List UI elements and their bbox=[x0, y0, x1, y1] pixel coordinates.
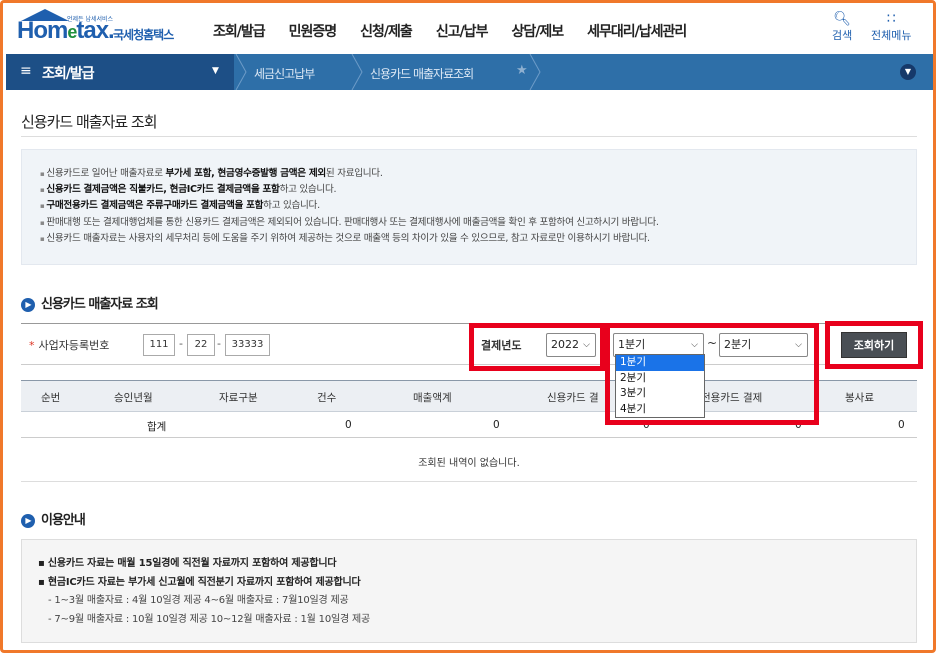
menu-dropdown[interactable]: ≡ 조회/발급 ▼ bbox=[6, 54, 234, 90]
search-label: 검색 bbox=[832, 29, 853, 42]
col-header: 순번 bbox=[41, 392, 61, 404]
biz-number-label: * 사업자등록번호 bbox=[29, 339, 110, 352]
section-bullet-icon: ▶ bbox=[21, 298, 35, 312]
total-label: 합계 bbox=[147, 421, 167, 433]
logo-brand-text: 국세청홈택스 bbox=[113, 28, 174, 42]
guide-item: - 7~9월 매출자료 : 10월 10일경 제공 10~12월 매출자료 : … bbox=[48, 613, 370, 625]
col-header: 자료구분 bbox=[219, 392, 258, 404]
page-title: 신용카드 매출자료 조회 bbox=[21, 113, 158, 131]
search-section-title: ▶ 신용카드 매출자료 조회 bbox=[21, 293, 159, 312]
hometax-logo[interactable]: 언제든 납세서비스 Hometax. 국세청홈택스 bbox=[17, 9, 192, 49]
col-header: 봉사료 bbox=[845, 392, 874, 404]
breadcrumb-separator bbox=[529, 54, 541, 90]
nav-item-agent[interactable]: 세무대리/납세관리 bbox=[587, 21, 687, 41]
highlight-box-year bbox=[469, 323, 605, 371]
dash: - bbox=[217, 337, 221, 350]
breadcrumb-separator bbox=[351, 54, 363, 90]
expand-chevron-icon[interactable]: ▼ bbox=[900, 64, 916, 80]
notice-box: 신용카드로 일어난 매출자료로 부가세 포함, 현금영수증발행 금액은 제외된 … bbox=[21, 149, 917, 265]
guide-item: ▪ 신용카드 자료는 매월 15일경에 직전월 자료까지 포함하여 제공합니다 bbox=[38, 558, 337, 569]
section-bullet-icon: ▶ bbox=[21, 514, 35, 528]
sales-cell: 0 bbox=[493, 419, 500, 431]
notice-item: 판매대행 또는 결제대행업체를 통한 신용카드 결제금액은 제외되어 있습니다.… bbox=[40, 215, 916, 231]
notice-item: 신용카드 매출자료는 사용자의 세무처리 등에 도움을 주기 위하여 제공하는 … bbox=[40, 231, 916, 247]
all-menu-tool[interactable]: ∷ 전체메뉴 bbox=[871, 11, 911, 43]
hamburger-icon: ≡ bbox=[20, 63, 32, 79]
guide-section-title: ▶ 이용안내 bbox=[21, 509, 86, 528]
nav-item-application[interactable]: 신청/제출 bbox=[360, 21, 413, 41]
all-menu-label: 전체메뉴 bbox=[871, 29, 912, 42]
service-charge-cell: 0 bbox=[898, 419, 905, 431]
biz-number-part1-input[interactable]: 111 bbox=[143, 334, 175, 356]
search-tool[interactable]: 🔍︎ 검색 bbox=[832, 11, 852, 43]
search-icon: 🔍︎ bbox=[833, 11, 852, 27]
caret-down-icon: ▼ bbox=[212, 66, 219, 76]
highlight-box-query-button bbox=[825, 321, 923, 369]
quarter-dropdown-list: 1분기 2분기 3분기 4분기 bbox=[615, 354, 705, 418]
quarter-option[interactable]: 3분기 bbox=[616, 386, 704, 402]
main-nav: 조회/발급 민원증명 신청/제출 신고/납부 상담/제보 세무대리/납세관리 bbox=[213, 21, 710, 41]
col-header: 매출액계 bbox=[413, 392, 452, 404]
nav-item-consult[interactable]: 상담/제보 bbox=[511, 21, 564, 41]
notice-item: 신용카드 결제금액은 직불카드, 현금IC카드 결제금액을 포함하고 있습니다. bbox=[40, 182, 916, 198]
divider bbox=[21, 136, 917, 137]
quarter-option[interactable]: 4분기 bbox=[616, 402, 704, 418]
guide-item: ▪ 현금IC카드 자료는 부가세 신고월에 직전분기 자료까지 포함하여 제공합… bbox=[38, 576, 361, 588]
breadcrumb-separator bbox=[235, 54, 247, 90]
breadcrumb-bar: ≡ 조회/발급 ▼ 세금신고납부 신용카드 매출자료조회 ★ ▼ bbox=[6, 54, 933, 90]
breadcrumb-tax-filing[interactable]: 세금신고납부 bbox=[254, 65, 315, 82]
dash: - bbox=[179, 337, 183, 350]
col-header: 승인년월 bbox=[114, 392, 153, 404]
grid-menu-icon: ∷ bbox=[886, 11, 896, 27]
notice-item: 구매전용카드 결제금액은 주류구매카드 결제금액을 포함하고 있습니다. bbox=[40, 198, 916, 214]
favorite-star-icon[interactable]: ★ bbox=[516, 63, 528, 78]
empty-message: 조회된 내역이 없습니다. bbox=[418, 458, 520, 469]
biz-number-part2-input[interactable]: 22 bbox=[187, 334, 215, 356]
quarter-option[interactable]: 2분기 bbox=[616, 371, 704, 387]
nav-item-filing[interactable]: 신고/납부 bbox=[436, 21, 489, 41]
guide-item: - 1~3월 매출자료 : 4월 10일경 제공 4~6월 매출자료 : 7월1… bbox=[48, 595, 349, 606]
browser-frame: 언제든 납세서비스 Hometax. 국세청홈택스 조회/발급 민원증명 신청/… bbox=[0, 0, 936, 653]
logo-wordmark: Hometax. bbox=[17, 17, 115, 44]
usage-guide-box: ▪ 신용카드 자료는 매월 15일경에 직전월 자료까지 포함하여 제공합니다 … bbox=[21, 539, 917, 643]
divider bbox=[21, 481, 917, 482]
nav-item-inquiry[interactable]: 조회/발급 bbox=[213, 21, 266, 41]
breadcrumb-current-page[interactable]: 신용카드 매출자료조회 bbox=[370, 65, 474, 82]
menu-dropdown-label: 조회/발급 bbox=[42, 66, 95, 82]
biz-number-part3-input[interactable]: 33333 bbox=[225, 334, 270, 356]
count-cell: 0 bbox=[345, 419, 352, 431]
quarter-option[interactable]: 1분기 bbox=[616, 355, 704, 371]
nav-item-certificate[interactable]: 민원증명 bbox=[289, 21, 338, 41]
col-header: 건수 bbox=[317, 392, 337, 404]
notice-item: 신용카드로 일어난 매출자료로 부가세 포함, 현금영수증발행 금액은 제외된 … bbox=[40, 166, 916, 182]
top-header: 언제든 납세서비스 Hometax. 국세청홈택스 조회/발급 민원증명 신청/… bbox=[3, 3, 933, 53]
col-header: 신용카드 결 bbox=[547, 392, 599, 404]
